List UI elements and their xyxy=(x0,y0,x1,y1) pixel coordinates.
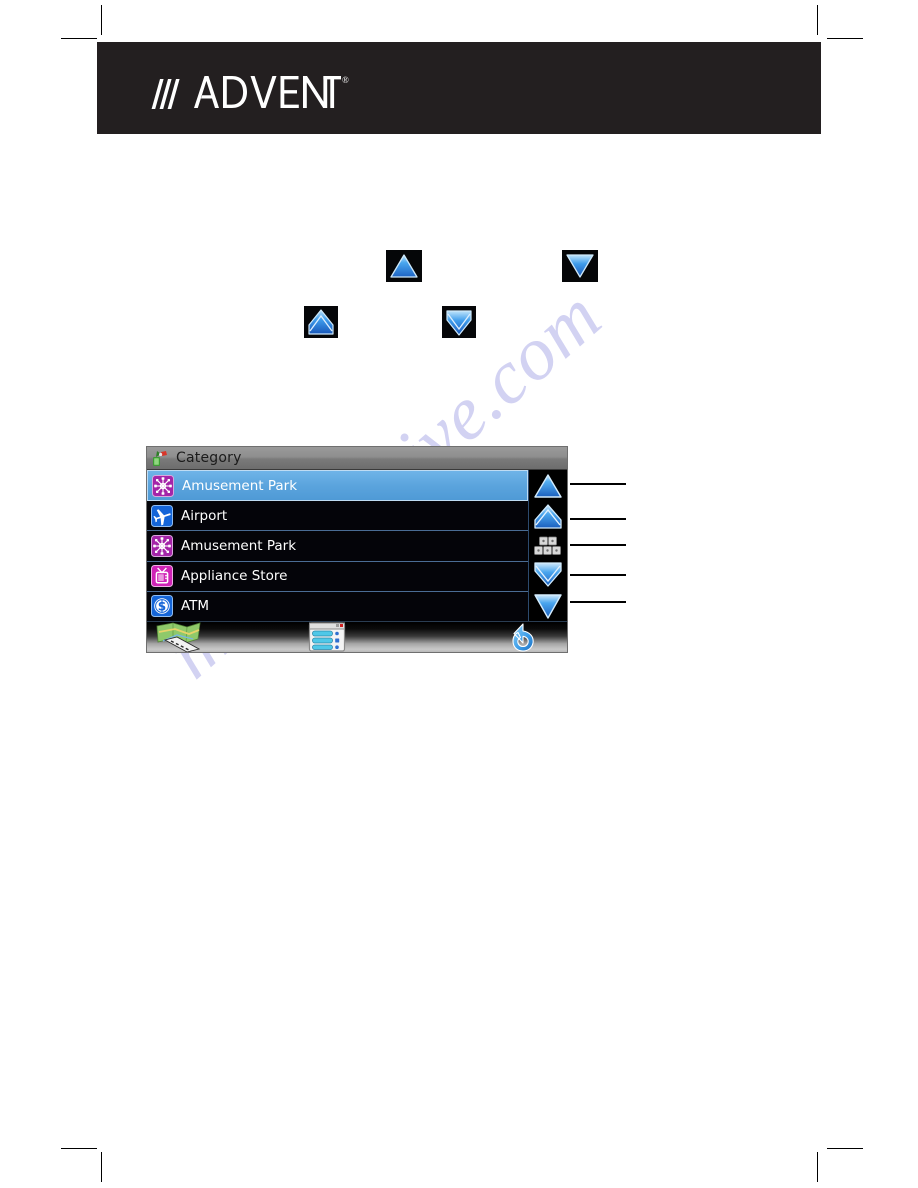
scroll-down-button[interactable] xyxy=(531,591,565,620)
ferris-wheel-icon xyxy=(152,474,174,497)
crop-mark-vertical xyxy=(101,1152,102,1182)
return-button[interactable] xyxy=(503,618,541,652)
page-header-band: ® xyxy=(97,42,821,134)
keypad-button[interactable] xyxy=(531,535,565,557)
screen-title: Category xyxy=(176,450,242,466)
crop-mark-vertical xyxy=(817,1152,818,1182)
screen-body: Amusement Park Airport Amusement Park Ap… xyxy=(147,470,567,622)
list-item-label: Amusement Park xyxy=(182,477,298,494)
page-down-arrow-icon[interactable] xyxy=(442,306,476,338)
crop-mark-horizontal xyxy=(827,38,863,39)
screen-titlebar: Category xyxy=(147,447,567,470)
advent-logo: ® xyxy=(151,74,349,114)
map-button[interactable] xyxy=(153,620,205,652)
list-item[interactable]: Amusement Park xyxy=(147,531,528,562)
airplane-icon xyxy=(151,504,173,527)
crop-mark-vertical xyxy=(101,5,102,35)
list-item[interactable]: S ATM xyxy=(147,591,528,622)
crop-mark-horizontal xyxy=(61,1148,97,1149)
advent-wordmark xyxy=(186,74,341,110)
crop-mark-horizontal xyxy=(61,38,97,39)
list-item-label: Amusement Park xyxy=(181,538,297,554)
crop-mark-horizontal xyxy=(827,1148,863,1149)
list-item-label: Appliance Store xyxy=(181,568,288,585)
page-up-arrow-icon[interactable] xyxy=(304,306,338,338)
scroll-page-up-button[interactable] xyxy=(531,503,565,532)
screen-toolbar xyxy=(147,618,567,652)
up-arrow-icon[interactable] xyxy=(386,250,422,282)
crop-mark-vertical xyxy=(817,5,818,35)
leader-line xyxy=(570,574,626,576)
list-item-label: ATM xyxy=(181,598,210,615)
leader-line xyxy=(570,518,626,520)
list-item[interactable]: Airport xyxy=(147,501,528,532)
leader-line xyxy=(570,601,626,603)
scroll-button-bar xyxy=(529,470,567,621)
logo-slashes-icon xyxy=(151,79,180,109)
leader-line xyxy=(570,483,626,485)
ferris-wheel-icon xyxy=(151,535,173,557)
scroll-page-down-button[interactable] xyxy=(531,559,565,588)
gps-device-screen: Category Amusement Park Airport Amusemen… xyxy=(146,446,568,653)
down-arrow-icon[interactable] xyxy=(562,250,598,282)
scroll-up-button[interactable] xyxy=(531,471,565,500)
registered-trademark-symbol: ® xyxy=(342,75,349,85)
television-icon xyxy=(151,565,173,588)
list-item[interactable]: Appliance Store xyxy=(147,561,528,592)
list-item[interactable]: Amusement Park xyxy=(147,470,528,502)
list-button[interactable] xyxy=(307,619,347,652)
list-item-label: Airport xyxy=(181,507,228,524)
category-list: Amusement Park Airport Amusement Park Ap… xyxy=(147,470,529,622)
dollar-sign-icon: S xyxy=(151,595,173,618)
leader-line xyxy=(570,544,626,546)
category-tree-icon xyxy=(152,450,169,467)
